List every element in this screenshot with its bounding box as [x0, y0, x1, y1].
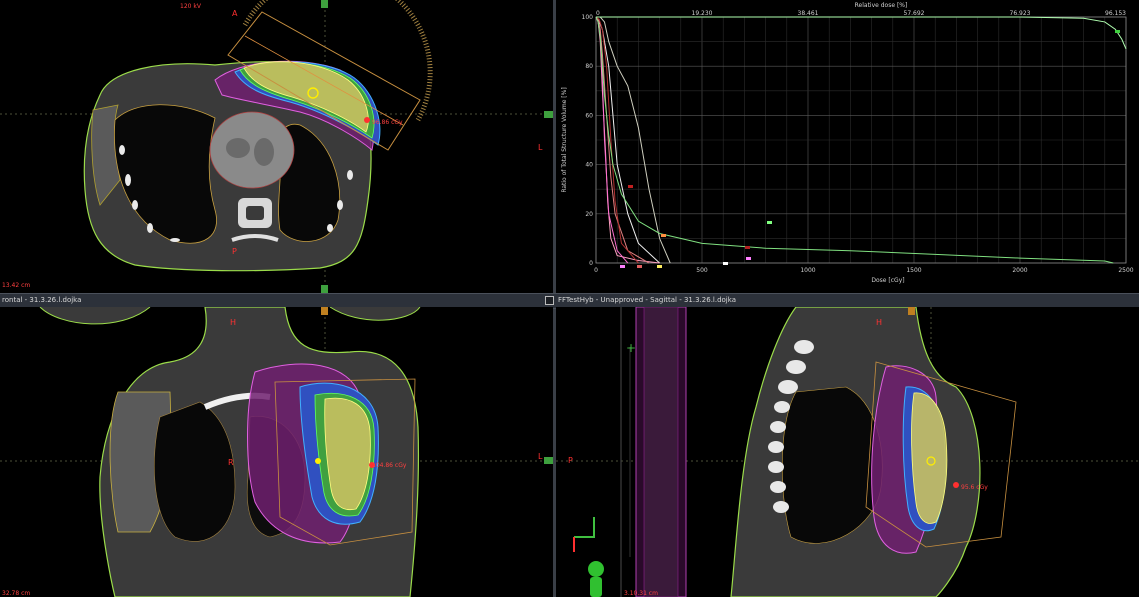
orientation-handle-top[interactable] [321, 0, 328, 8]
y-tick-label: 80 [585, 63, 593, 70]
y-tick-label: 0 [589, 260, 593, 267]
dvh-x-axis-title: Dose [cGy] [871, 277, 904, 284]
dvh-top-axis-title: Relative dose [%] [855, 2, 908, 9]
dvh-grid [595, 16, 1127, 264]
axial-view[interactable]: 120 kV A P L 96.86 cGy 13.42 cm [0, 0, 553, 293]
x-tick-label: 2000 [1012, 267, 1027, 274]
orientation-head: H [876, 318, 882, 327]
orientation-indicator [574, 517, 595, 538]
orientation-handle-right[interactable] [544, 111, 553, 118]
x-tick-label: 0 [594, 267, 598, 274]
dose-point-marker[interactable] [953, 482, 959, 488]
isocenter-marker[interactable] [315, 458, 321, 464]
orientation-right: R [228, 458, 234, 467]
orientation-posterior: P [568, 456, 573, 465]
dvh-series-line-7[interactable] [596, 16, 1127, 50]
kv-label: 120 kV [180, 3, 202, 10]
dvh-chart-pane[interactable]: 0 500 1000 1500 2000 2500 0 20 40 60 80 100 0 19.230 3… [556, 0, 1139, 293]
y-tick-label: 20 [585, 211, 593, 218]
orientation-handle-bottom[interactable] [321, 285, 328, 293]
x-tick-label: 1000 [800, 267, 815, 274]
x2-tick-label: 19.230 [692, 10, 713, 17]
x-tick-label: 1500 [906, 267, 921, 274]
dvh-chart[interactable]: 0 500 1000 1500 2000 25000204060801000 19.230 3… [556, 0, 1139, 293]
frontal-view-title: rontal - 31.3.26.l.dojka [2, 296, 82, 304]
orientation-head: H [230, 318, 236, 327]
dose-point-marker[interactable] [364, 117, 370, 123]
dvh-markers[interactable] [620, 30, 1120, 268]
dose-point-label: 104.86 cGy [372, 462, 407, 469]
scale-label: 13.42 cm [2, 282, 30, 289]
maximize-view-icon[interactable] [545, 296, 554, 305]
heart-contour [209, 111, 295, 189]
crosshair-plus-icon: + [626, 341, 636, 355]
orientation-left: L [538, 143, 543, 152]
y-tick-label: 40 [585, 162, 593, 169]
orientation-handle-top[interactable] [321, 307, 328, 315]
frontal-view[interactable]: H R L 104.86 cGy 32.78 cm [0, 307, 553, 597]
y-tick-label: 60 [585, 112, 593, 119]
x2-tick-label: 0 [596, 10, 600, 17]
dose-point-label: 95.6 cGy [961, 484, 988, 491]
x-tick-label: 2500 [1118, 267, 1133, 274]
orientation-handle-right[interactable] [544, 457, 553, 464]
sagittal-view[interactable]: + H P 95.6 cGy 3.10.31 cm [556, 307, 1139, 597]
ctv-yellow-contour [324, 397, 371, 511]
x2-tick-label: 76.923 [1010, 10, 1031, 17]
x2-tick-label: 96.153 [1105, 10, 1126, 17]
orientation-anterior: A [232, 9, 238, 18]
orientation-left: L [538, 452, 543, 461]
dose-point-label: 96.86 cGy [372, 119, 403, 126]
x2-tick-label: 57.692 [904, 10, 925, 17]
x2-tick-label: 38.461 [798, 10, 819, 17]
sagittal-view-title: FFTestHyb - Unapproved - Sagittal - 31.3… [558, 296, 736, 304]
dvh-y-axis-title: Ratio of Total Structure Volume [%] [561, 87, 568, 192]
y-tick-label: 100 [582, 14, 594, 21]
x-tick-label: 500 [696, 267, 708, 274]
orientation-handle-top[interactable] [908, 307, 915, 315]
scale-label: 32.78 cm [2, 590, 30, 597]
patient-figure-icon [588, 561, 604, 577]
scale-label: 3.10.31 cm [624, 590, 658, 597]
orientation-posterior: P [232, 247, 237, 256]
